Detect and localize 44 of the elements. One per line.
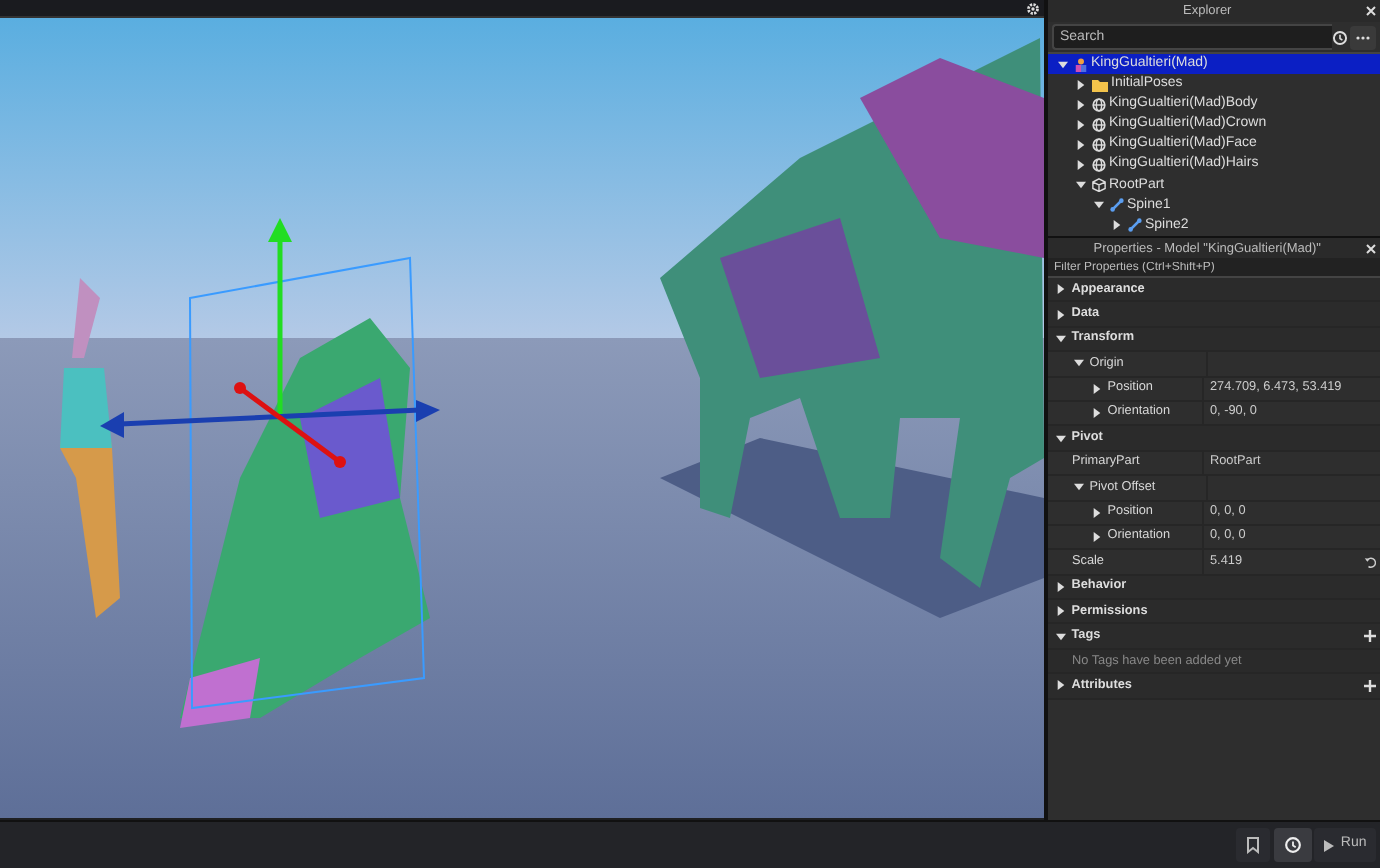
- collapse-arrow-icon[interactable]: [1094, 200, 1104, 211]
- reset-icon[interactable]: [1364, 555, 1377, 568]
- expand-arrow-icon[interactable]: [1092, 532, 1102, 543]
- history-icon: [1283, 836, 1302, 854]
- collapse-arrow-icon[interactable]: [1056, 433, 1066, 444]
- collapse-arrow-icon[interactable]: [1056, 631, 1066, 642]
- expand-arrow-icon[interactable]: [1056, 606, 1066, 617]
- close-icon[interactable]: [1366, 6, 1377, 16]
- globe-icon: [1091, 137, 1106, 152]
- expand-arrow-icon[interactable]: [1076, 160, 1086, 171]
- add-icon[interactable]: [1364, 630, 1377, 643]
- globe-icon: [1091, 97, 1106, 112]
- more-button[interactable]: [1350, 25, 1377, 49]
- expand-arrow-icon[interactable]: [1076, 99, 1086, 110]
- expand-arrow-icon[interactable]: [1092, 507, 1102, 518]
- bookmark-button[interactable]: [1235, 828, 1270, 862]
- play-icon: [1324, 839, 1335, 851]
- expand-arrow-icon[interactable]: [1076, 119, 1086, 130]
- expand-arrow-icon[interactable]: [1056, 680, 1066, 691]
- collapse-arrow-icon[interactable]: [1056, 333, 1066, 344]
- cube-icon: [1091, 178, 1106, 193]
- expand-arrow-icon[interactable]: [1092, 408, 1102, 419]
- add-icon[interactable]: [1364, 679, 1377, 692]
- collapse-arrow-icon[interactable]: [1074, 482, 1084, 493]
- expand-arrow-icon[interactable]: [1056, 309, 1066, 320]
- globe-icon: [1091, 117, 1106, 132]
- bone-icon: [1127, 218, 1142, 233]
- expand-arrow-icon[interactable]: [1076, 79, 1086, 90]
- close-icon[interactable]: [1366, 243, 1377, 253]
- expand-arrow-icon[interactable]: [1056, 284, 1066, 295]
- history-button[interactable]: [1273, 828, 1312, 862]
- expand-arrow-icon[interactable]: [1056, 581, 1066, 592]
- settings-icon[interactable]: [1026, 1, 1041, 15]
- expand-arrow-icon[interactable]: [1112, 220, 1122, 231]
- expand-arrow-icon[interactable]: [1092, 383, 1102, 394]
- bone-icon: [1109, 198, 1124, 213]
- collapse-arrow-icon[interactable]: [1074, 358, 1084, 369]
- collapse-arrow-icon[interactable]: [1076, 180, 1086, 191]
- globe-icon: [1091, 158, 1106, 173]
- collapse-arrow-icon[interactable]: [1058, 59, 1068, 70]
- history-icon[interactable]: [1331, 29, 1347, 45]
- expand-arrow-icon[interactable]: [1076, 139, 1086, 150]
- bookmark-icon: [1245, 836, 1260, 854]
- figure-icon: [1073, 57, 1088, 72]
